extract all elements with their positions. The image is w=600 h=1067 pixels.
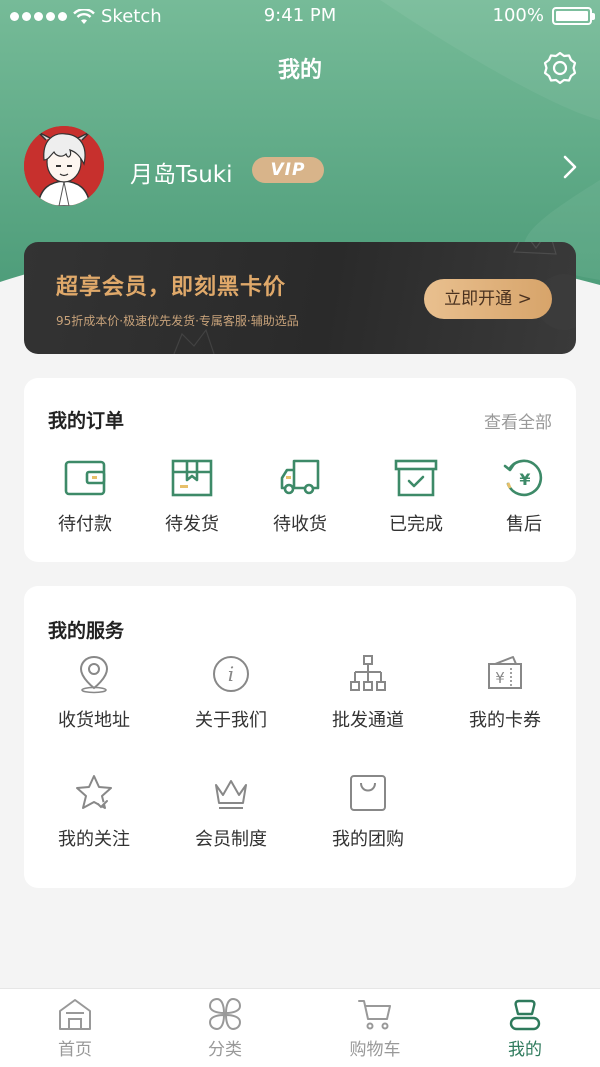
tab-label: 购物车 bbox=[349, 1040, 401, 1060]
svg-text:¥: ¥ bbox=[495, 669, 505, 687]
crown-icon bbox=[215, 780, 247, 809]
service-wholesale[interactable]: 批发通道 bbox=[308, 654, 428, 732]
service-label: 批发通道 bbox=[332, 710, 404, 731]
truck-icon bbox=[280, 459, 320, 495]
avatar[interactable] bbox=[24, 126, 104, 206]
order-label: 待发货 bbox=[165, 514, 219, 535]
vip-promo-card[interactable]: 超享会员，即刻黑卡价 95折成本价·极速优先发货·专属客服·辅助选品 立即开通 … bbox=[24, 242, 576, 354]
svg-text:¥: ¥ bbox=[519, 470, 530, 489]
cart-icon bbox=[358, 1000, 391, 1030]
settings-button[interactable] bbox=[542, 50, 578, 86]
page-title: 我的 bbox=[277, 58, 322, 83]
bottom-tab-bar: 首页 分类 购物车 我的 bbox=[0, 988, 600, 1067]
tab-category[interactable]: 分类 bbox=[165, 997, 285, 1060]
service-following[interactable]: 我的关注 bbox=[34, 773, 154, 851]
username[interactable]: 月岛Tsuki bbox=[130, 155, 233, 189]
order-label: 售后 bbox=[506, 514, 542, 535]
service-label: 我的团购 bbox=[332, 829, 404, 850]
tab-cart[interactable]: 购物车 bbox=[315, 997, 435, 1060]
service-label: 我的卡券 bbox=[469, 710, 541, 731]
home-icon bbox=[59, 999, 91, 1030]
coupon-icon: ¥ bbox=[488, 656, 522, 689]
location-icon bbox=[79, 655, 109, 694]
service-group-buy[interactable]: 我的团购 bbox=[308, 773, 428, 851]
vip-title: 超享会员，即刻黑卡价 bbox=[56, 275, 287, 300]
orders-title: 我的订单 bbox=[48, 410, 125, 432]
service-about-us[interactable]: i 关于我们 bbox=[171, 654, 291, 732]
vip-benefits: 95折成本价·极速优先发货·专属客服·辅助选品 bbox=[56, 314, 299, 328]
order-completed[interactable]: 已完成 bbox=[356, 458, 476, 536]
order-label: 已完成 bbox=[389, 514, 443, 535]
hierarchy-icon bbox=[350, 655, 386, 691]
order-pending-payment[interactable]: 待付款 bbox=[25, 458, 145, 536]
category-icon bbox=[208, 997, 242, 1031]
order-label: 待付款 bbox=[58, 514, 112, 535]
tab-label: 分类 bbox=[208, 1040, 242, 1060]
service-coupons[interactable]: ¥ 我的卡券 bbox=[445, 654, 565, 732]
view-all-orders-link[interactable]: 查看全部 bbox=[484, 408, 552, 433]
tab-profile[interactable]: 我的 bbox=[465, 997, 585, 1060]
tab-label: 首页 bbox=[58, 1040, 92, 1060]
order-label: 待收货 bbox=[273, 514, 327, 535]
order-pending-shipment[interactable]: 待发货 bbox=[132, 458, 252, 536]
service-label: 关于我们 bbox=[195, 710, 267, 731]
wallet-icon bbox=[64, 460, 106, 496]
star-icon bbox=[76, 775, 112, 809]
svg-text:i: i bbox=[228, 662, 234, 686]
battery-icon bbox=[552, 6, 595, 25]
profile-icon bbox=[509, 999, 541, 1031]
service-address[interactable]: 收货地址 bbox=[34, 654, 154, 732]
shopping-bag-icon bbox=[350, 775, 386, 811]
open-membership-button[interactable]: 立即开通 > bbox=[424, 279, 552, 319]
tab-label: 我的 bbox=[508, 1040, 542, 1060]
battery-percent: 100% bbox=[492, 5, 544, 26]
order-pending-receipt[interactable]: 待收货 bbox=[240, 458, 360, 536]
tab-home[interactable]: 首页 bbox=[15, 997, 135, 1060]
service-label: 我的关注 bbox=[58, 829, 130, 850]
order-after-sales[interactable]: ¥ 售后 bbox=[464, 458, 584, 536]
service-label: 会员制度 bbox=[195, 829, 267, 850]
profile-detail-button[interactable] bbox=[560, 152, 580, 182]
box-check-icon bbox=[394, 459, 438, 497]
status-bar: Sketch 9:41 PM 100% bbox=[0, 0, 600, 34]
orders-card: 我的订单 查看全部 待付款 待发货 待收货 已完成 ¥ 售后 bbox=[24, 378, 576, 562]
service-label: 收货地址 bbox=[58, 710, 130, 731]
vip-badge: VIP bbox=[252, 157, 324, 183]
services-title: 我的服务 bbox=[48, 620, 125, 642]
info-icon: i bbox=[213, 656, 249, 692]
services-card: 我的服务 收货地址 i 关于我们 批发通道 ¥ 我的卡券 我的关注 会员制度 我… bbox=[24, 586, 576, 888]
status-right: 100% bbox=[492, 5, 595, 26]
package-icon bbox=[171, 459, 213, 497]
refund-icon: ¥ bbox=[503, 459, 543, 497]
service-membership[interactable]: 会员制度 bbox=[171, 773, 291, 851]
chevron-right-icon bbox=[563, 155, 577, 179]
gear-icon bbox=[543, 51, 577, 85]
